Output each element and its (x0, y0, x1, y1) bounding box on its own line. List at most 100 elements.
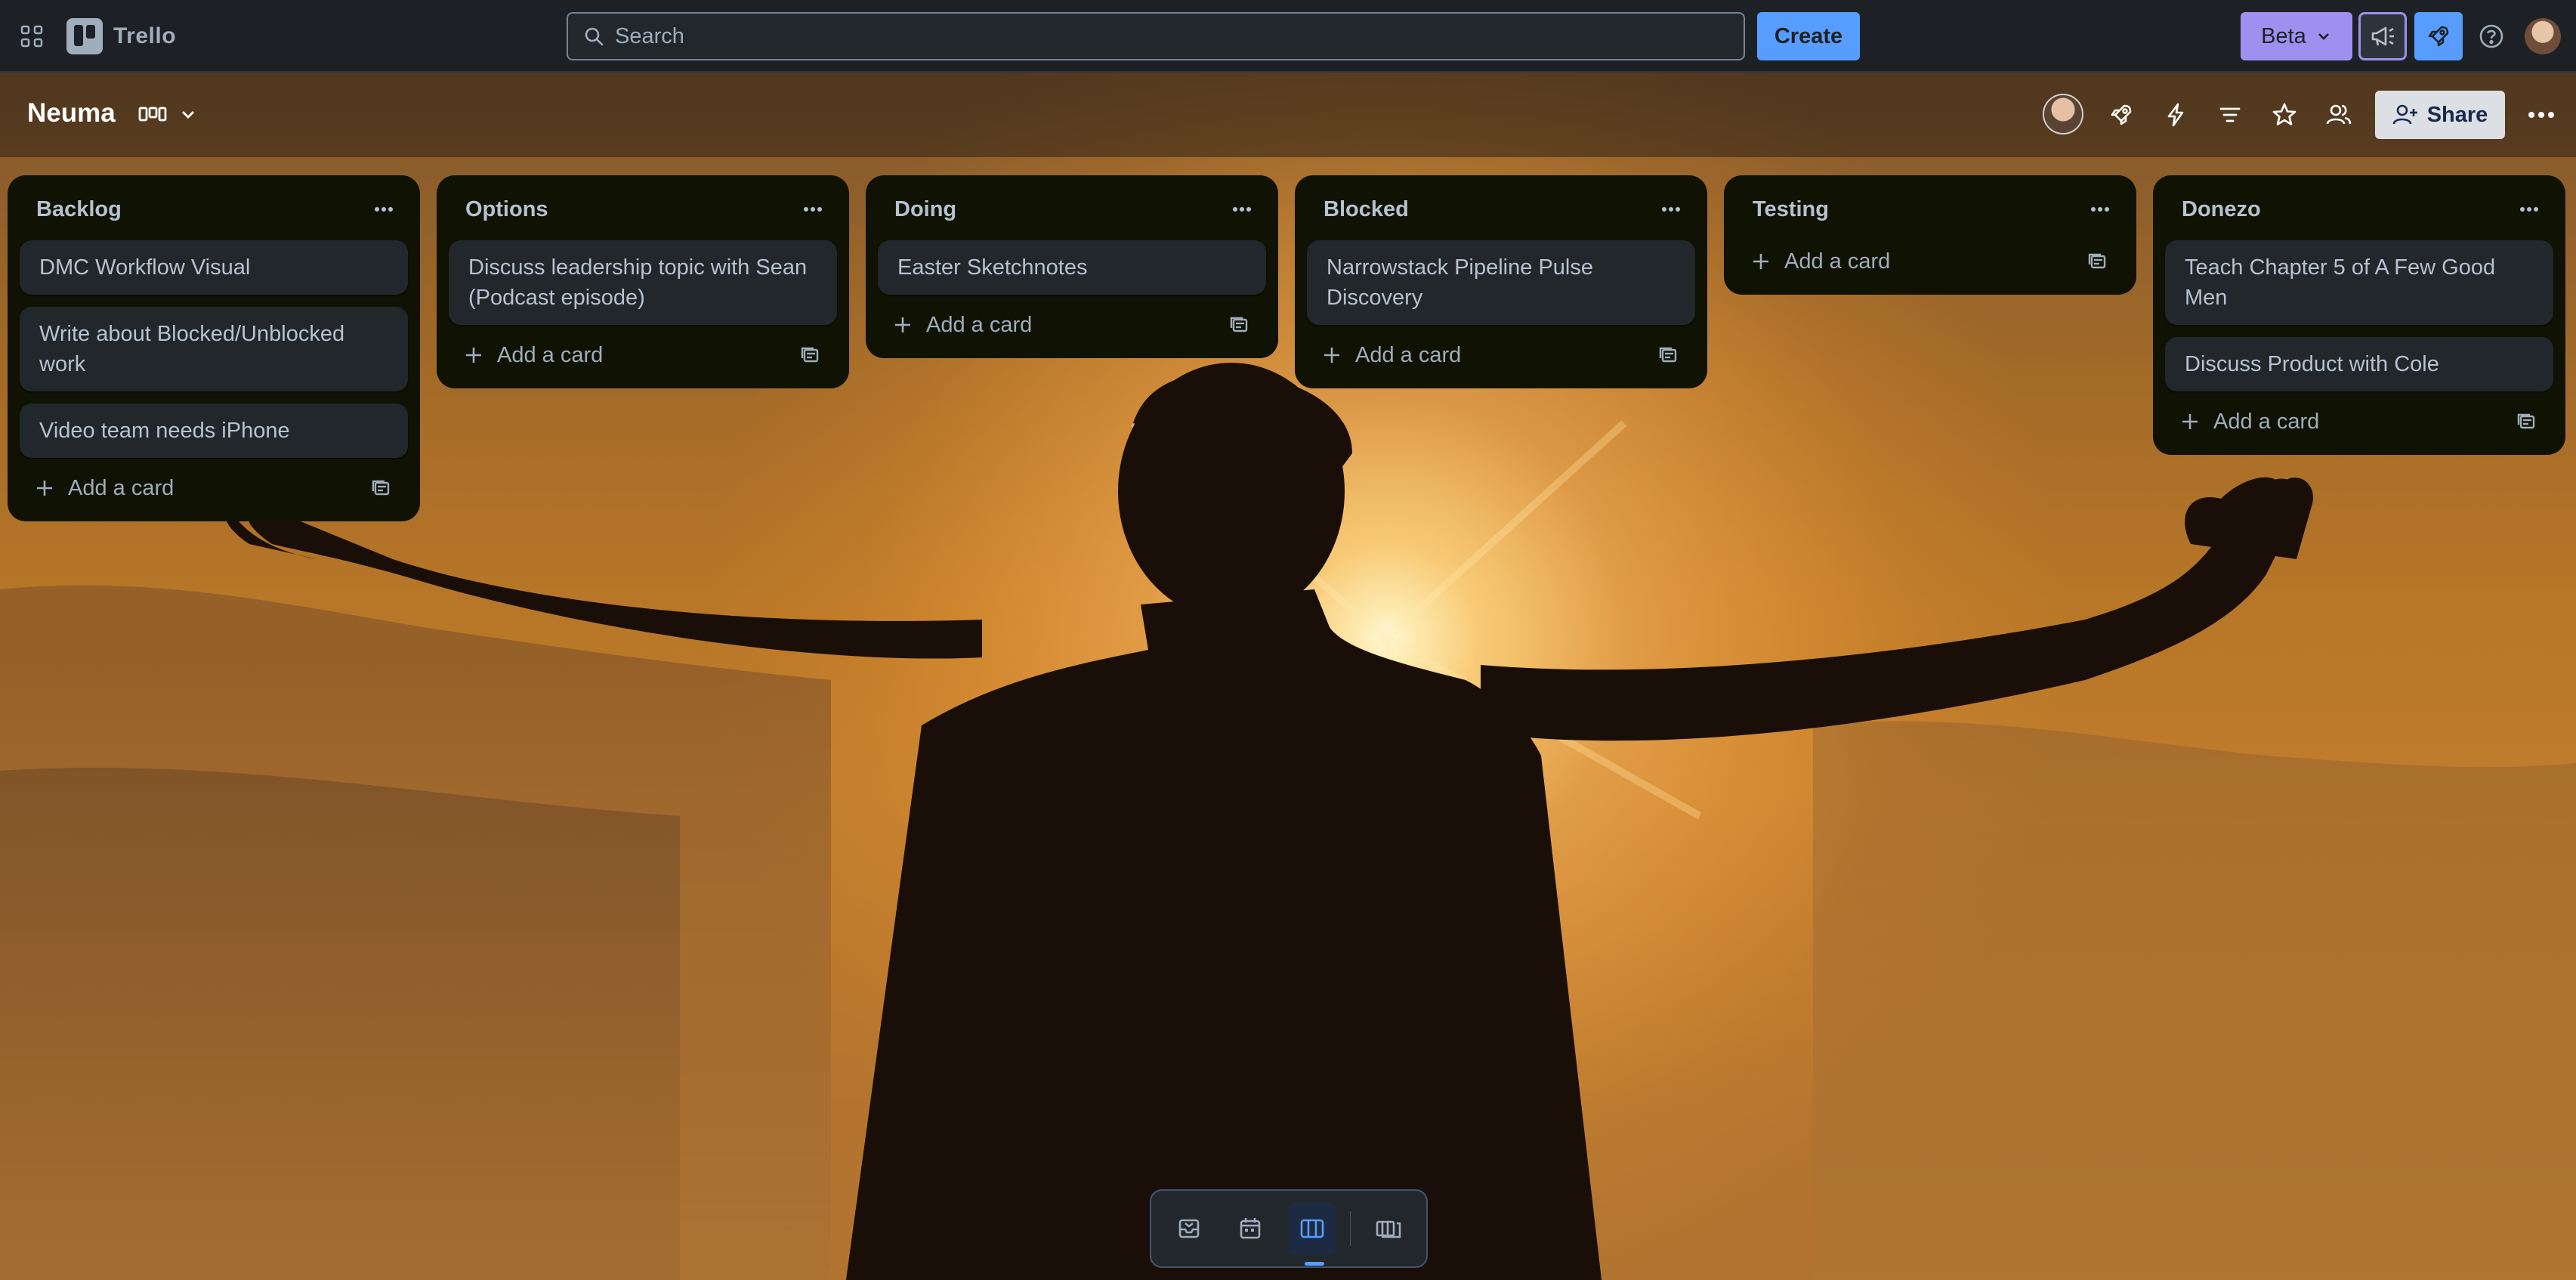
board-view-icon (138, 107, 167, 122)
add-card-button[interactable]: Add a card (464, 343, 603, 368)
power-ups-button[interactable] (2102, 95, 2141, 134)
member-avatar[interactable] (2043, 94, 2083, 134)
list-menu-button[interactable] (796, 193, 829, 226)
list-title[interactable]: Backlog (36, 197, 122, 222)
card[interactable]: Discuss Product with Cole (2165, 337, 2553, 391)
card[interactable]: Narrowstack Pipeline Pulse Discovery (1307, 240, 1695, 325)
help-button[interactable] (2475, 20, 2508, 53)
list-menu-button[interactable] (1654, 193, 1688, 226)
create-from-template-button[interactable] (364, 471, 397, 505)
create-from-template-button[interactable] (793, 339, 826, 372)
rocket-icon (2111, 104, 2132, 125)
planner-view-button[interactable] (1227, 1202, 1275, 1255)
card[interactable]: Easter Sketchnotes (878, 240, 1266, 295)
inbox-view-button[interactable] (1165, 1202, 1213, 1255)
card-list: Narrowstack Pipeline Pulse Discovery (1307, 240, 1695, 325)
plus-icon (1324, 348, 1339, 363)
add-card-button[interactable]: Add a card (2180, 410, 2319, 434)
star-button[interactable] (2265, 95, 2304, 134)
board-menu-button[interactable] (2522, 95, 2561, 134)
template-icon (1659, 347, 1677, 363)
beta-label: Beta (2261, 23, 2306, 48)
add-card-button[interactable]: Add a card (1322, 343, 1461, 368)
account-avatar[interactable] (2525, 18, 2561, 54)
card-list: DMC Workflow Visual Write about Blocked/… (20, 240, 408, 458)
list-header: Options (449, 187, 837, 231)
template-icon (2088, 253, 2106, 269)
more-icon (804, 207, 822, 212)
card[interactable]: DMC Workflow Visual (20, 240, 408, 295)
lightning-icon (2167, 103, 2184, 127)
beta-dropdown[interactable]: Beta (2241, 12, 2352, 60)
more-icon (2091, 207, 2109, 212)
list-header: Doing (878, 187, 1266, 231)
create-from-template-button[interactable] (1651, 339, 1685, 372)
card[interactable]: Discuss leadership topic with Sean (Podc… (449, 240, 837, 325)
list-title[interactable]: Donezo (2182, 197, 2261, 222)
search-input[interactable] (615, 23, 1710, 49)
create-button[interactable]: Create (1757, 12, 1860, 60)
list-title[interactable]: Blocked (1324, 197, 1409, 222)
list-header: Testing (1736, 187, 2124, 231)
add-card-button[interactable]: Add a card (1751, 249, 1890, 274)
list-donezo: Donezo Teach Chapter 5 of A Few Good Men… (2153, 175, 2565, 455)
top-navigation: Trello Create Beta (0, 0, 2576, 73)
more-icon (375, 207, 393, 212)
add-card-label: Add a card (926, 312, 1033, 337)
add-card-label: Add a card (1784, 249, 1891, 274)
list-menu-button[interactable] (2513, 193, 2546, 226)
create-from-template-button[interactable] (1222, 308, 1256, 342)
list-title[interactable]: Testing (1753, 197, 1829, 222)
list-title[interactable]: Doing (894, 197, 956, 222)
add-card-row: Add a card (1736, 239, 2124, 284)
announcements-button[interactable] (2358, 12, 2407, 60)
apps-switcher-button[interactable] (15, 20, 48, 53)
switch-boards-button[interactable] (1364, 1202, 1413, 1255)
rocket-icon (2428, 26, 2449, 47)
filter-button[interactable] (2210, 95, 2250, 134)
card-list: Teach Chapter 5 of A Few Good Men Discus… (2165, 240, 2553, 391)
board-title[interactable]: Neuma (27, 98, 116, 128)
chevron-down-icon (2318, 33, 2329, 40)
search-box[interactable] (567, 12, 1745, 60)
plus-icon (466, 348, 481, 363)
list-menu-button[interactable] (1225, 193, 1259, 226)
list-menu-button[interactable] (367, 193, 400, 226)
create-from-template-button[interactable] (2510, 405, 2543, 438)
view-switcher-bar (1150, 1189, 1428, 1268)
automation-button[interactable] (2156, 95, 2195, 134)
rocket-button[interactable] (2414, 12, 2463, 60)
create-from-template-button[interactable] (2080, 245, 2114, 278)
add-card-button[interactable]: Add a card (35, 476, 174, 501)
add-card-button[interactable]: Add a card (893, 313, 1032, 338)
app-name: Trello (113, 23, 177, 48)
workspace-visibility-button[interactable] (2319, 95, 2358, 134)
card-list: Discuss leadership topic with Sean (Podc… (449, 240, 837, 325)
list-menu-button[interactable] (2083, 193, 2117, 226)
more-icon (1662, 207, 1680, 212)
template-icon (801, 347, 819, 363)
megaphone-icon (2371, 26, 2394, 46)
card[interactable]: Teach Chapter 5 of A Few Good Men (2165, 240, 2553, 325)
board-view-switcher[interactable] (137, 95, 198, 134)
board-icon (1300, 1219, 1324, 1238)
board-view-button[interactable] (1288, 1202, 1336, 1266)
board-header: Neuma Share (0, 73, 2576, 157)
list-title[interactable]: Options (465, 197, 548, 222)
add-card-label: Add a card (2213, 409, 2320, 434)
more-icon (2528, 112, 2554, 118)
add-card-label: Add a card (1355, 342, 1462, 367)
share-button[interactable]: Share (2375, 91, 2505, 139)
add-card-row: Add a card (878, 302, 1266, 348)
trello-logo-icon (66, 18, 103, 54)
search-icon (585, 27, 604, 46)
trello-logo[interactable]: Trello (66, 18, 176, 54)
list-header: Donezo (2165, 187, 2553, 231)
list-testing: Testing Add a card (1724, 175, 2136, 295)
card[interactable]: Write about Blocked/Unblocked work (20, 307, 408, 391)
plus-icon (1753, 254, 1768, 269)
more-icon (2520, 207, 2538, 212)
card-list: Easter Sketchnotes (878, 240, 1266, 295)
card[interactable]: Video team needs iPhone (20, 403, 408, 458)
people-icon (2326, 104, 2352, 125)
